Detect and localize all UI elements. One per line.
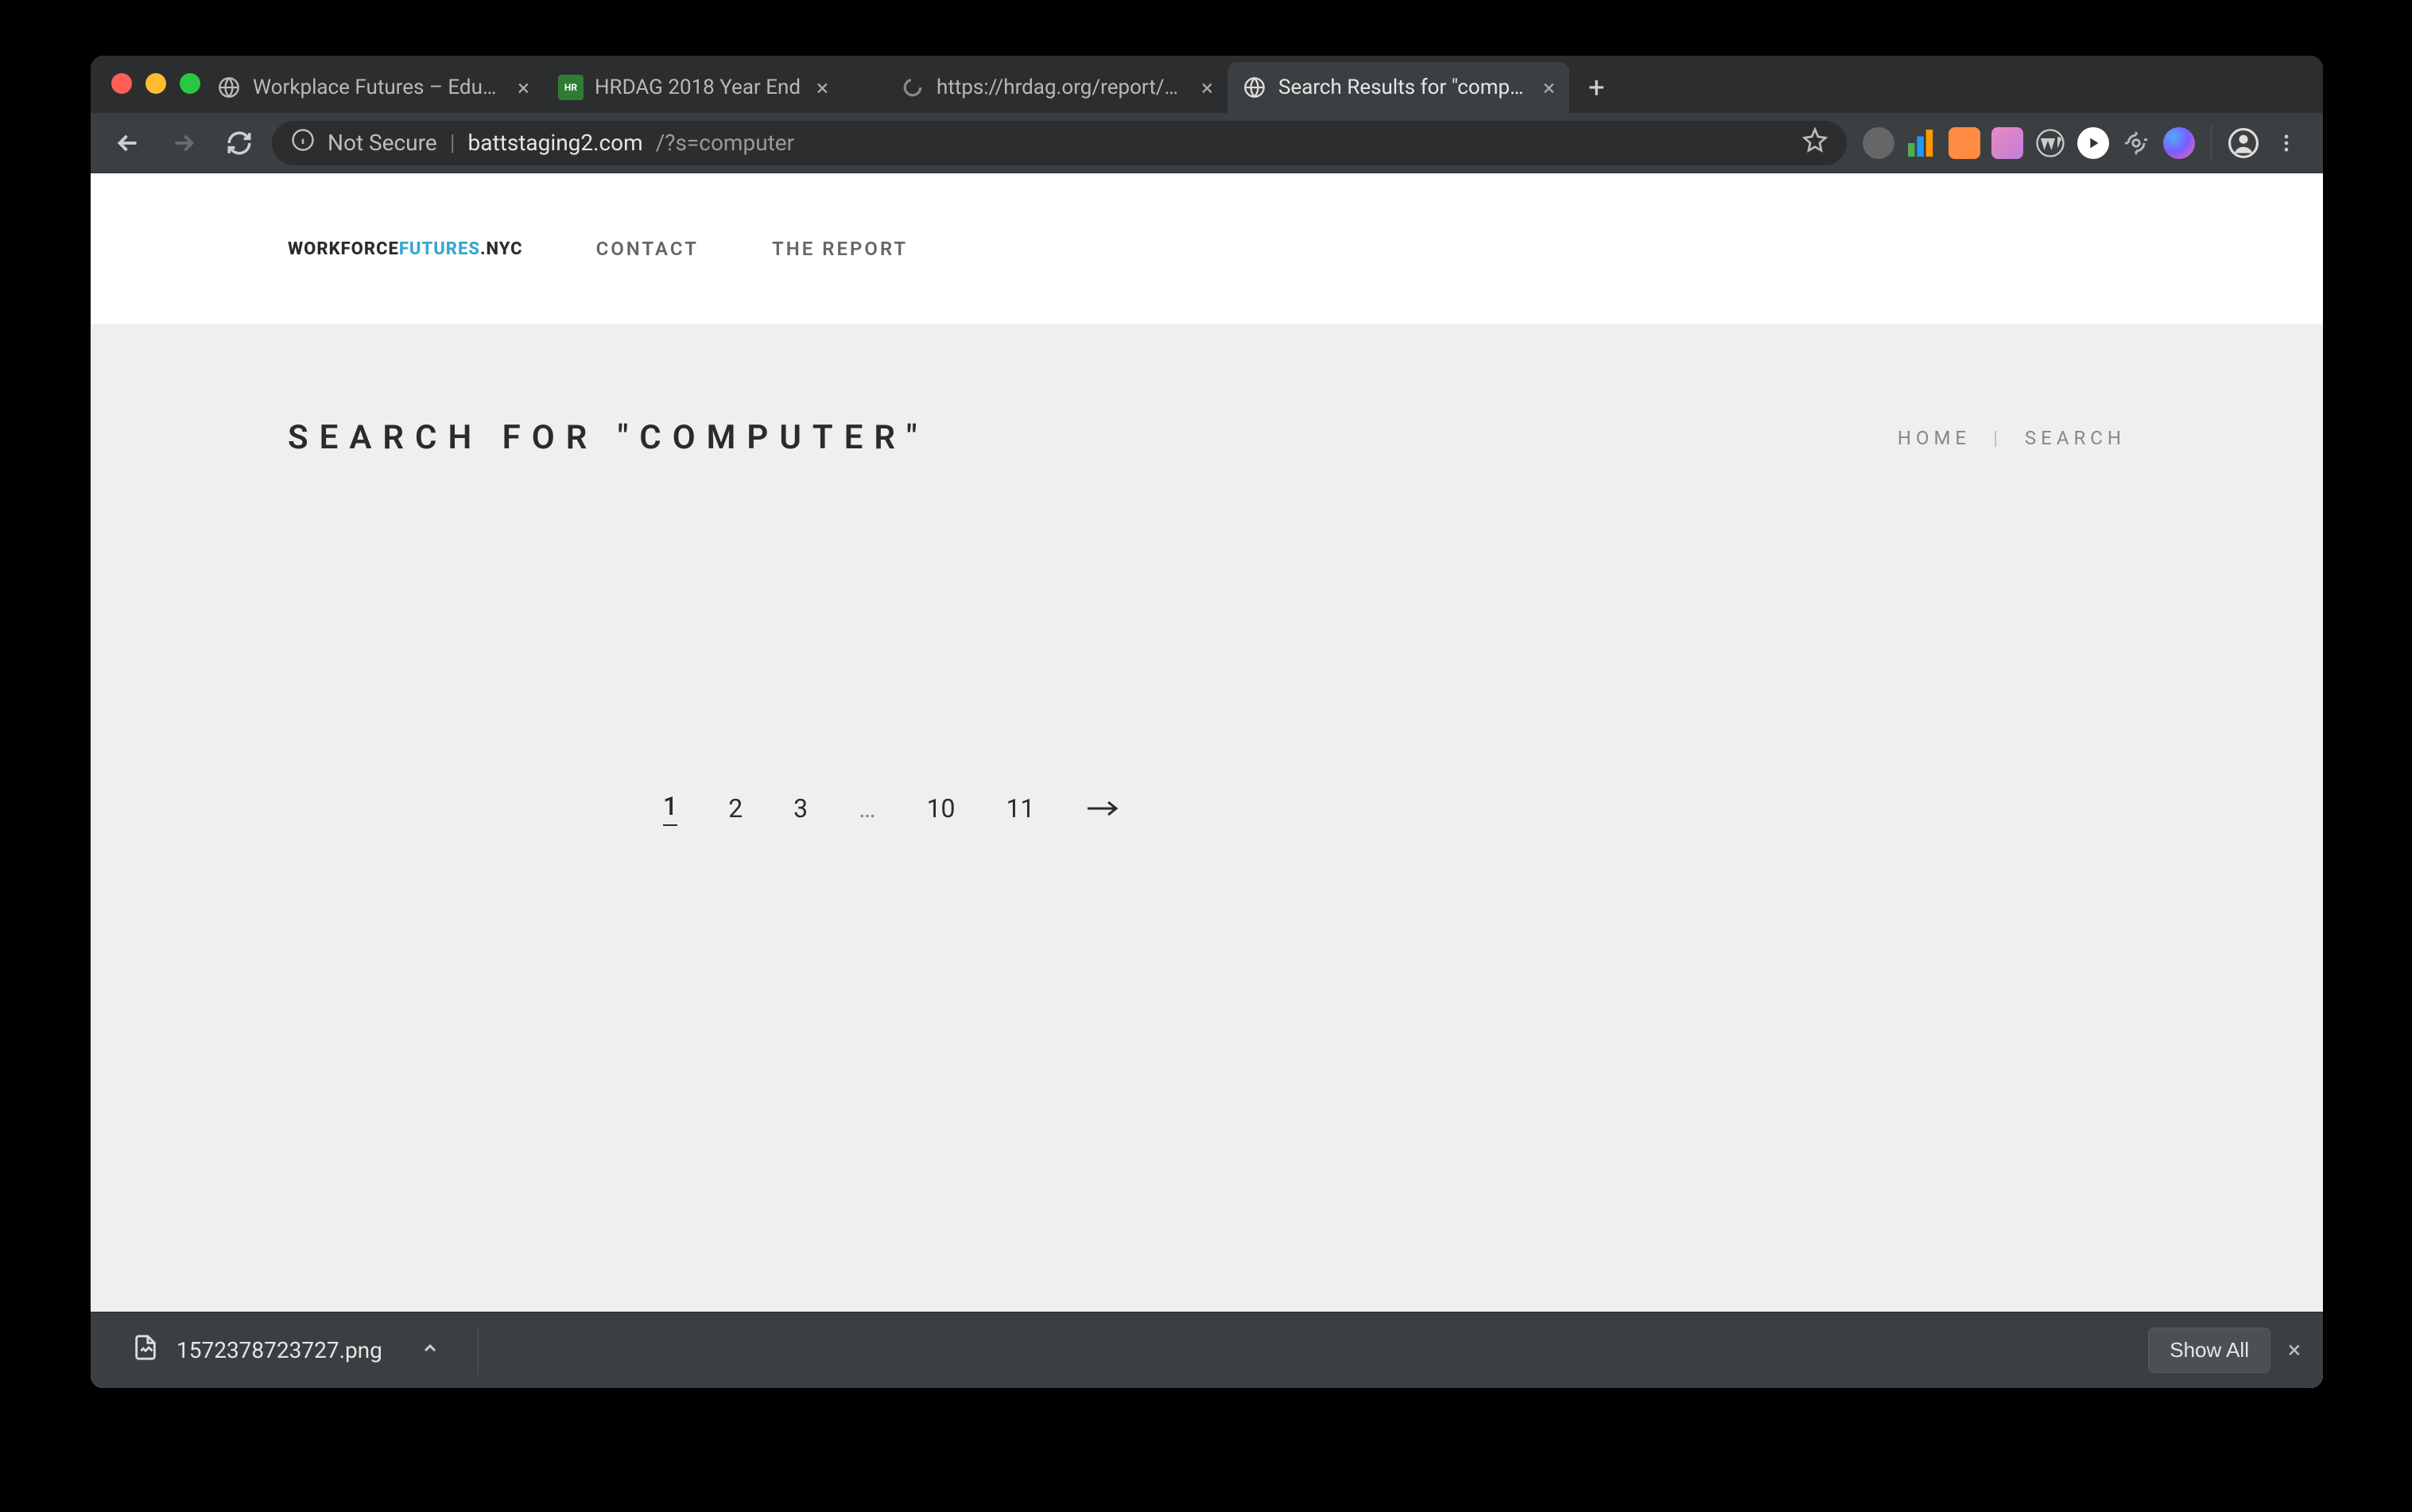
page-3[interactable]: 3 xyxy=(793,793,808,824)
page-content: WORKFORCEFUTURES.NYC CONTACT THE REPORT … xyxy=(91,173,2323,1388)
tab-title: https://hrdag.org/report/2018-re xyxy=(936,76,1185,99)
tab-bar: Workplace Futures – Educationa × HR HRDA… xyxy=(91,56,2323,113)
download-filename: 1572378723727.png xyxy=(176,1337,382,1363)
search-results-area: SEARCH FOR "COMPUTER" HOME | SEARCH 1 2 … xyxy=(91,324,2323,1388)
spinner-icon xyxy=(900,75,925,100)
breadcrumb-current: SEARCH xyxy=(2025,427,2126,449)
tab-search-results[interactable]: Search Results for "computer" – × xyxy=(1227,62,1569,113)
page-11[interactable]: 11 xyxy=(1006,793,1035,824)
star-icon[interactable] xyxy=(1802,127,1828,158)
back-button[interactable] xyxy=(105,120,151,166)
close-tab-icon[interactable]: × xyxy=(518,75,529,101)
profile-avatar-icon[interactable] xyxy=(2228,127,2259,159)
browser-window: Workplace Futures – Educationa × HR HRDA… xyxy=(91,56,2323,1388)
pagination-ellipsis: … xyxy=(859,793,875,824)
extension-icon[interactable] xyxy=(2120,127,2152,159)
show-all-button[interactable]: Show All xyxy=(2148,1328,2270,1373)
maximize-window-button[interactable] xyxy=(180,73,200,94)
close-icon[interactable]: × xyxy=(2288,1336,2301,1364)
hrdag-favicon-icon: HR xyxy=(558,75,584,100)
firefox-icon[interactable] xyxy=(2163,127,2195,159)
extension-icon[interactable] xyxy=(1991,127,2023,159)
extension-icon[interactable] xyxy=(1949,127,1980,159)
new-tab-button[interactable]: + xyxy=(1569,62,1623,113)
nav-the-report[interactable]: THE REPORT xyxy=(772,238,908,260)
chevron-up-icon[interactable] xyxy=(421,1337,440,1363)
extension-icon[interactable] xyxy=(1863,127,1894,159)
pagination: 1 2 3 … 10 11 xyxy=(288,791,2126,826)
site-header: WORKFORCEFUTURES.NYC CONTACT THE REPORT xyxy=(91,173,2323,324)
menu-icon[interactable] xyxy=(2270,127,2302,159)
minimize-window-button[interactable] xyxy=(145,73,166,94)
close-window-button[interactable] xyxy=(111,73,132,94)
globe-icon xyxy=(1242,75,1267,100)
tab-hrdag-report[interactable]: https://hrdag.org/report/2018-re × xyxy=(886,62,1227,113)
page-1[interactable]: 1 xyxy=(663,791,677,826)
breadcrumb-separator: | xyxy=(1993,427,2003,449)
file-image-icon xyxy=(132,1334,159,1367)
next-page-button[interactable] xyxy=(1086,799,1121,818)
url-input[interactable]: Not Secure | battstaging2.com /?s=compute… xyxy=(272,121,1847,165)
close-tab-icon[interactable]: × xyxy=(1201,75,1213,101)
download-bar: 1572378723727.png Show All × xyxy=(91,1312,2323,1388)
window-controls xyxy=(111,73,200,94)
tab-title: HRDAG 2018 Year End xyxy=(595,76,801,99)
site-logo[interactable]: WORKFORCEFUTURES.NYC xyxy=(288,239,523,259)
globe-icon xyxy=(216,75,242,100)
url-domain: battstaging2.com xyxy=(468,130,643,156)
extension-icon[interactable] xyxy=(2077,127,2109,159)
url-path: /?s=computer xyxy=(656,130,794,156)
close-tab-icon[interactable]: × xyxy=(816,75,828,101)
page-2[interactable]: 2 xyxy=(728,793,743,824)
page-10[interactable]: 10 xyxy=(927,793,956,824)
tab-workplace-futures[interactable]: Workplace Futures – Educationa × xyxy=(202,62,544,113)
info-icon xyxy=(291,128,315,157)
page-title: SEARCH FOR "COMPUTER" xyxy=(288,418,929,457)
wordpress-icon[interactable] xyxy=(2034,127,2066,159)
security-status: Not Secure xyxy=(328,130,437,156)
url-separator: | xyxy=(450,130,456,156)
breadcrumb-home[interactable]: HOME xyxy=(1898,427,1971,449)
breadcrumb: HOME | SEARCH xyxy=(1898,427,2126,449)
address-bar: Not Secure | battstaging2.com /?s=compute… xyxy=(91,113,2323,173)
download-item[interactable]: 1572378723727.png xyxy=(113,1326,459,1374)
tab-hrdag-2018[interactable]: HR HRDAG 2018 Year End × xyxy=(544,62,886,113)
forward-button[interactable] xyxy=(161,120,207,166)
close-tab-icon[interactable]: × xyxy=(1543,75,1555,101)
extension-icon[interactable] xyxy=(1906,127,1937,159)
extension-icons xyxy=(1856,126,2309,161)
divider xyxy=(478,1327,2148,1374)
reload-button[interactable] xyxy=(216,120,262,166)
tab-title: Search Results for "computer" – xyxy=(1278,76,1527,99)
tab-title: Workplace Futures – Educationa xyxy=(253,76,502,99)
nav-contact[interactable]: CONTACT xyxy=(596,238,699,260)
